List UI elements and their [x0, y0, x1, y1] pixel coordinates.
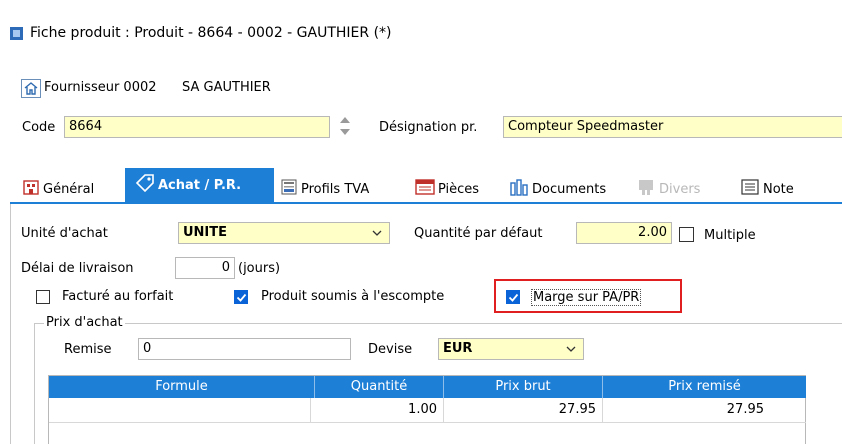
- unite-label: Unité d'achat: [21, 226, 108, 241]
- tab-documents-label: Documents: [532, 181, 607, 197]
- devise-value: EUR: [443, 341, 473, 356]
- code-label: Code: [22, 120, 56, 135]
- tab-achat[interactable]: Achat / P.R.: [125, 168, 274, 202]
- header-prix-brut[interactable]: Prix brut: [444, 376, 603, 398]
- price-tag-icon: [135, 174, 155, 196]
- cell-prix-remise: 27.95: [726, 402, 764, 417]
- prix-group-label: Prix d'achat: [44, 315, 125, 330]
- escompte-checkbox[interactable]: [234, 290, 248, 304]
- designation-label: Désignation pr.: [379, 120, 478, 135]
- tab-documents[interactable]: Documents: [509, 176, 606, 202]
- divers-icon: [636, 178, 656, 200]
- tab-divers[interactable]: Divers: [636, 176, 700, 202]
- remise-label: Remise: [64, 342, 112, 357]
- table-header-row: Formule Quantité Prix brut Prix remisé: [49, 376, 806, 398]
- tab-panel-border: [10, 202, 842, 204]
- marge-label: Marge sur PA/PR: [531, 289, 642, 306]
- remise-input[interactable]: 0: [138, 338, 351, 360]
- designation-input[interactable]: Compteur Speedmaster: [503, 116, 842, 138]
- tab-panel-left-edge: [10, 204, 11, 444]
- home-icon[interactable]: [21, 79, 41, 98]
- chevron-down-icon: [371, 225, 383, 243]
- cell-formule: [49, 398, 311, 422]
- chevron-down-icon: [565, 341, 577, 359]
- cell-prix-brut: 27.95: [444, 398, 603, 422]
- price-table: Formule Quantité Prix brut Prix remisé 1…: [48, 375, 806, 444]
- header-prix-remise[interactable]: Prix remisé: [603, 376, 806, 398]
- pieces-icon: [415, 178, 435, 200]
- documents-icon: [509, 178, 529, 200]
- delai-label: Délai de livraison: [21, 261, 134, 276]
- supplier-name: SA GAUTHIER: [182, 80, 271, 95]
- tab-achat-label: Achat / P.R.: [158, 177, 242, 193]
- unite-value: UNITE: [183, 225, 228, 240]
- note-icon: [740, 178, 760, 200]
- header-quantite[interactable]: Quantité: [315, 376, 444, 398]
- devise-select[interactable]: EUR: [438, 338, 584, 360]
- cell-quantite: 1.00: [315, 398, 444, 422]
- tab-pieces[interactable]: Pièces: [415, 176, 479, 202]
- table-row[interactable]: 1.00 27.95 27.95: [49, 398, 806, 423]
- building-icon: [22, 178, 40, 200]
- window-title: Fiche produit : Produit - 8664 - 0002 - …: [30, 25, 392, 41]
- devise-label: Devise: [368, 342, 413, 357]
- forfait-checkbox[interactable]: [36, 290, 50, 304]
- tab-profils-tva-label: Profils TVA: [301, 181, 370, 197]
- multiple-checkbox[interactable]: [679, 227, 694, 242]
- qte-input[interactable]: 2.00: [576, 222, 672, 244]
- tab-general[interactable]: Général: [22, 176, 94, 202]
- unite-select[interactable]: UNITE: [178, 222, 390, 244]
- tab-note-label: Note: [763, 181, 794, 197]
- spin-arrows-icon[interactable]: [338, 113, 352, 139]
- supplier-prefix: Fournisseur 0002: [44, 80, 157, 95]
- tab-note[interactable]: Note: [740, 176, 794, 202]
- header-formule[interactable]: Formule: [49, 376, 315, 398]
- app-icon-inner: [13, 30, 20, 37]
- tab-profils-tva[interactable]: Profils TVA: [280, 176, 369, 202]
- window-title-bar: Fiche produit : Produit - 8664 - 0002 - …: [0, 0, 842, 60]
- delai-unit: (jours): [238, 261, 281, 276]
- delai-input[interactable]: 0: [175, 257, 235, 279]
- qte-label: Quantité par défaut: [414, 226, 543, 241]
- tab-divers-label: Divers: [659, 181, 701, 197]
- code-input[interactable]: 8664: [64, 116, 330, 138]
- multiple-label: Multiple: [704, 228, 756, 243]
- tab-general-label: Général: [43, 181, 95, 197]
- tva-icon: [280, 178, 298, 200]
- forfait-label: Facturé au forfait: [62, 289, 174, 304]
- tab-pieces-label: Pièces: [438, 181, 480, 197]
- escompte-label: Produit soumis à l'escompte: [261, 289, 445, 304]
- marge-checkbox[interactable]: [506, 290, 520, 304]
